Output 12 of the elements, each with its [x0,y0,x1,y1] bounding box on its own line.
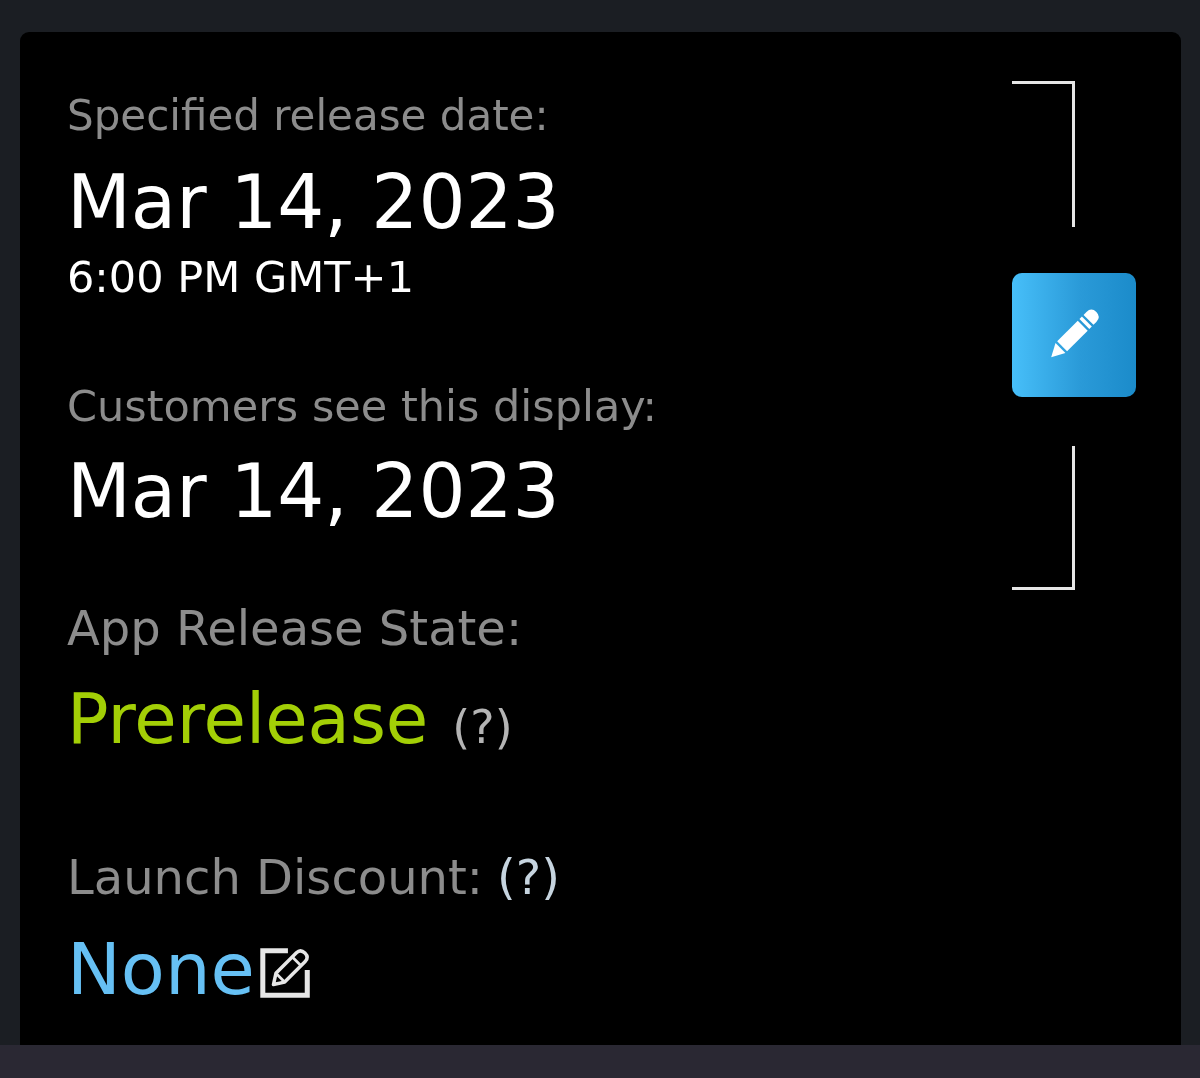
edit-button[interactable] [1012,273,1136,397]
release-date: Mar 14, 2023 [67,158,560,248]
release-state-value: Prerelease [67,677,429,761]
help-link[interactable]: (?) [452,699,513,755]
customer-display-label: Customers see this display: [67,380,658,433]
release-time: 6:00 PM GMT+1 [67,252,414,304]
release-state-label: App Release State: [67,600,523,658]
release-date-label: Specified release date: [67,91,549,142]
launch-discount-label: Launch Discount: [67,848,483,907]
launch-discount-link[interactable]: None [67,926,315,1013]
help-link[interactable]: (?) [496,848,560,907]
customer-display-date: Mar 14, 2023 [67,447,560,537]
